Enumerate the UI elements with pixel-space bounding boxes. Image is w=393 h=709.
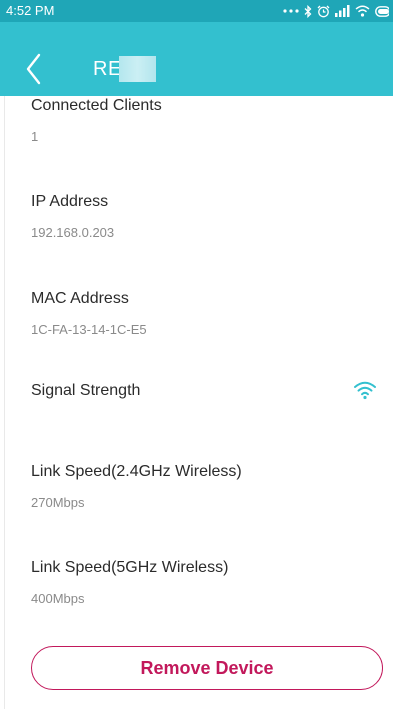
mac-address-row: MAC Address 1C-FA-13-14-1C-E5 — [31, 289, 377, 338]
link-speed-5ghz-row: Link Speed(5GHz Wireless) 400Mbps — [31, 558, 377, 607]
signal-strength-label: Signal Strength — [31, 382, 141, 399]
battery-icon — [375, 5, 389, 17]
link-speed-24ghz-row: Link Speed(2.4GHz Wireless) 270Mbps — [31, 462, 377, 511]
page-title: RE — [93, 58, 122, 80]
ip-address-value: 192.168.0.203 — [31, 225, 115, 240]
back-arrow-icon — [24, 52, 50, 86]
more-notifications-icon — [283, 8, 299, 14]
link-speed-24ghz-label: Link Speed(2.4GHz Wireless) — [31, 463, 242, 480]
mac-address-value: 1C-FA-13-14-1C-E5 — [31, 322, 147, 337]
status-icons — [283, 3, 389, 19]
ip-address-label: IP Address — [31, 193, 109, 210]
title-redaction — [119, 56, 156, 82]
mac-address-label: MAC Address — [31, 290, 129, 307]
connected-clients-label: Connected Clients — [31, 97, 162, 114]
cell-signal-icon — [335, 5, 350, 17]
signal-strength-row: Signal Strength — [31, 381, 377, 401]
link-speed-5ghz-value: 400Mbps — [31, 591, 85, 606]
status-bar: 4:52 PM — [0, 0, 393, 22]
link-speed-5ghz-label: Link Speed(5GHz Wireless) — [31, 559, 229, 576]
wifi-signal-icon — [353, 380, 377, 400]
device-details: Connected Clients 1 IP Address 192.168.0… — [0, 96, 393, 709]
connected-clients-row: Connected Clients 1 — [31, 96, 377, 145]
alarm-icon — [317, 5, 330, 18]
status-time: 4:52 PM — [6, 3, 55, 18]
app-bar: RE — [0, 22, 393, 96]
ip-address-row: IP Address 192.168.0.203 — [31, 192, 377, 241]
connected-clients-value: 1 — [31, 129, 39, 144]
scroll-edge — [4, 96, 5, 709]
bluetooth-icon — [304, 4, 312, 18]
back-button[interactable] — [24, 52, 50, 86]
link-speed-24ghz-value: 270Mbps — [31, 495, 85, 510]
wifi-status-icon — [355, 5, 370, 17]
remove-device-button[interactable]: Remove Device — [31, 646, 383, 690]
